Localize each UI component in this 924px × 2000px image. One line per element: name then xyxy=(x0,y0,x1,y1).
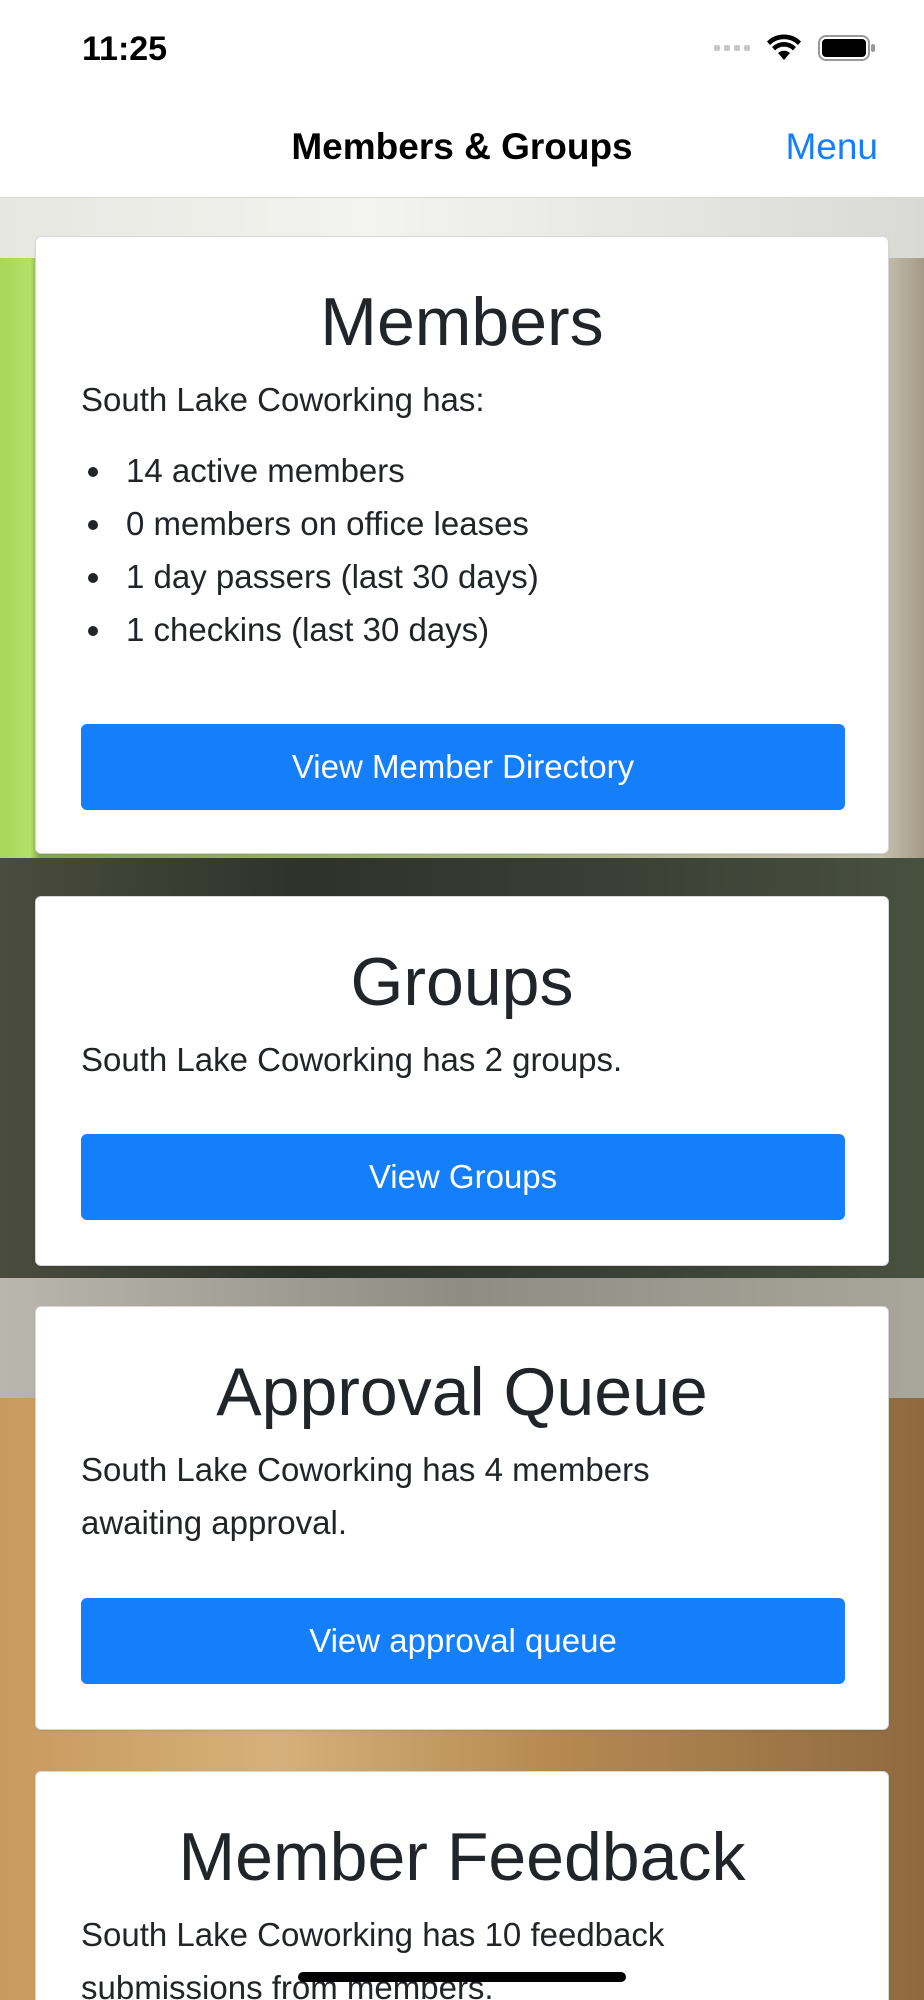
list-item: 14 active members xyxy=(88,444,888,497)
menu-button[interactable]: Menu xyxy=(785,126,878,168)
status-bar: 11:25 xyxy=(0,0,924,100)
approval-queue-card: Approval Queue South Lake Coworking has … xyxy=(35,1306,889,1730)
list-item: 1 day passers (last 30 days) xyxy=(88,550,888,603)
member-feedback-title: Member Feedback xyxy=(178,1819,746,1895)
members-card: Members South Lake Coworking has: 14 act… xyxy=(35,236,889,854)
view-approval-queue-button[interactable]: View approval queue xyxy=(81,1598,845,1684)
groups-title: Groups xyxy=(350,944,574,1020)
app-screen: 11:25 Members & Groups Menu Members Sout… xyxy=(0,0,924,2000)
status-time: 11:25 xyxy=(82,30,168,68)
view-member-directory-button[interactable]: View Member Directory xyxy=(81,724,845,810)
navigation-bar: Members & Groups Menu xyxy=(0,100,924,198)
members-intro: South Lake Coworking has: xyxy=(81,381,485,419)
list-item: 0 members on office leases xyxy=(88,497,888,550)
approval-queue-title: Approval Queue xyxy=(216,1354,708,1430)
approval-queue-text: South Lake Coworking has 4 members await… xyxy=(81,1451,650,1542)
status-icons xyxy=(714,34,876,62)
wifi-icon xyxy=(767,34,801,60)
member-feedback-text: South Lake Coworking has 10 feedback sub… xyxy=(81,1916,665,2000)
members-stats-list: 14 active members 0 members on office le… xyxy=(36,444,888,656)
home-indicator[interactable] xyxy=(298,1972,626,1982)
members-title: Members xyxy=(320,284,604,360)
view-groups-button[interactable]: View Groups xyxy=(81,1134,845,1220)
cellular-signal-icon xyxy=(714,45,750,51)
member-feedback-card: Member Feedback South Lake Coworking has… xyxy=(35,1771,889,2000)
groups-card: Groups South Lake Coworking has 2 groups… xyxy=(35,896,889,1266)
battery-icon xyxy=(818,35,875,61)
groups-text: South Lake Coworking has 2 groups. xyxy=(81,1041,623,1079)
list-item: 1 checkins (last 30 days) xyxy=(88,603,888,656)
